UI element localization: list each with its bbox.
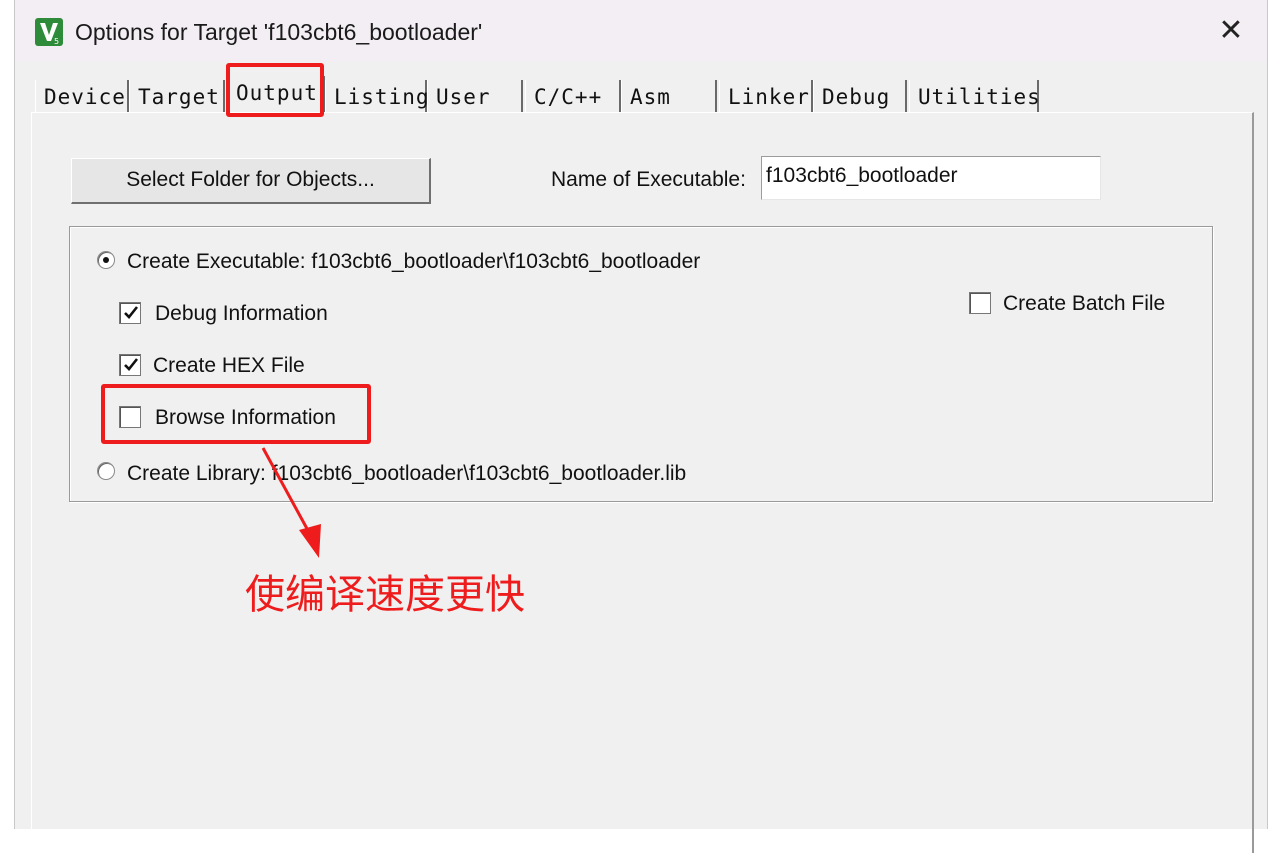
create-hex-checkbox[interactable] bbox=[119, 354, 141, 376]
annotation-arrow bbox=[261, 447, 321, 558]
select-folder-button[interactable]: Select Folder for Objects... bbox=[71, 158, 431, 204]
checkmark-icon bbox=[124, 358, 139, 371]
title-bar: 5 Options for Target 'f103cbt6_bootloade… bbox=[15, 0, 1267, 62]
browse-information-highlight bbox=[101, 384, 371, 444]
tab-c-cpp[interactable]: C/C++ bbox=[525, 80, 621, 112]
annotation-text: 使编译速度更快 bbox=[245, 572, 525, 618]
name-of-executable-label: Name of Executable: bbox=[551, 168, 746, 191]
output-tab-highlight bbox=[226, 63, 324, 117]
debug-information-label: Debug Information bbox=[155, 302, 328, 325]
tab-target[interactable]: Target bbox=[129, 80, 225, 112]
create-batch-file-checkbox[interactable] bbox=[969, 292, 991, 314]
create-executable-label: Create Executable: f103cbt6_bootloader\f… bbox=[127, 250, 701, 273]
create-executable-radio[interactable] bbox=[97, 251, 115, 269]
tab-utilities[interactable]: Utilities bbox=[909, 80, 1040, 112]
create-library-label: Create Library: f103cbt6_bootloader\f103… bbox=[127, 462, 687, 485]
tab-asm[interactable]: Asm bbox=[621, 80, 717, 112]
debug-information-checkbox[interactable] bbox=[119, 302, 141, 324]
tab-debug[interactable]: Debug bbox=[813, 80, 907, 112]
tab-device[interactable]: Device bbox=[35, 80, 129, 112]
create-hex-label: Create HEX File bbox=[153, 354, 305, 377]
create-library-radio[interactable] bbox=[97, 462, 115, 480]
tab-listing[interactable]: Listing bbox=[325, 80, 429, 112]
tab-strip: Device Target Output Listing User C/C++ … bbox=[35, 76, 1045, 114]
name-of-executable-field[interactable]: f103cbt6_bootloader bbox=[761, 156, 1101, 200]
keil-uvision-icon: 5 bbox=[35, 18, 63, 46]
checkmark-icon bbox=[124, 306, 139, 319]
close-icon[interactable]: ✕ bbox=[1213, 14, 1249, 50]
svg-text:5: 5 bbox=[54, 37, 59, 46]
create-batch-file-label: Create Batch File bbox=[1003, 292, 1166, 315]
tab-user[interactable]: User bbox=[427, 80, 523, 112]
window-title: Options for Target 'f103cbt6_bootloader' bbox=[75, 19, 483, 45]
options-dialog: 5 Options for Target 'f103cbt6_bootloade… bbox=[14, 0, 1268, 853]
tab-linker[interactable]: Linker bbox=[719, 80, 813, 112]
